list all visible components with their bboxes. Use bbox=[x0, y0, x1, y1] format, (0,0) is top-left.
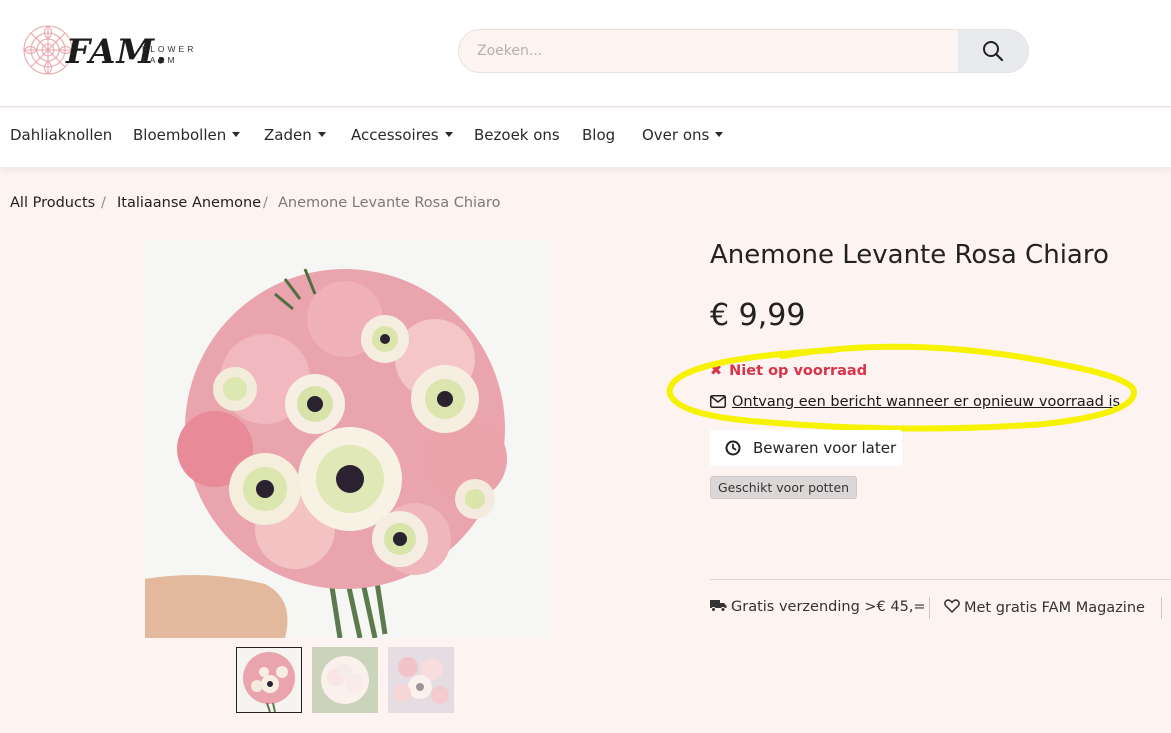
caret-down-icon bbox=[444, 132, 453, 137]
truck-icon bbox=[710, 600, 727, 612]
search-input[interactable] bbox=[459, 30, 960, 72]
product-price: € 9,99 bbox=[710, 298, 806, 333]
nav-item-over-ons[interactable]: Over ons bbox=[642, 126, 724, 144]
shipping-label: Gratis verzending >€ 45,= bbox=[731, 599, 926, 615]
magazine-info: Met gratis FAM Magazine bbox=[944, 599, 1145, 616]
nav-item-bezoek-ons[interactable]: Bezoek ons bbox=[474, 126, 560, 144]
breadcrumb-link-category[interactable]: Italiaanse Anemone bbox=[117, 195, 261, 211]
nav-item-label: Accessoires bbox=[351, 126, 439, 144]
envelope-icon bbox=[710, 395, 726, 408]
breadcrumb-link-all-products[interactable]: All Products bbox=[10, 195, 95, 211]
nav-item-label: Dahliaknollen bbox=[10, 126, 113, 144]
nav-item-label: Blog bbox=[582, 126, 616, 144]
thumbnail-image bbox=[312, 647, 378, 713]
clock-icon bbox=[725, 440, 741, 456]
product-thumbnail[interactable] bbox=[236, 647, 302, 713]
heart-icon bbox=[944, 599, 960, 613]
save-for-later-button[interactable]: Bewaren voor later bbox=[710, 430, 902, 466]
logo[interactable]: FAM. FLOWER FARM bbox=[22, 22, 207, 82]
thumbnail-image bbox=[388, 647, 454, 713]
nav-item-label: Bloembollen bbox=[133, 126, 227, 144]
search-bar bbox=[458, 29, 1029, 73]
anemone-bouquet-image bbox=[145, 239, 548, 638]
notify-label: Ontvang een bericht wanneer er opnieuw v… bbox=[732, 394, 1121, 410]
thumbnail-image bbox=[237, 648, 301, 712]
stock-status: ✖ Niet op voorraad bbox=[710, 363, 867, 379]
nav-item-dahliaknollen[interactable]: Dahliaknollen bbox=[10, 126, 112, 144]
highlight-annotation bbox=[666, 343, 1138, 432]
feature-separator bbox=[929, 597, 930, 619]
nav-item-label: Bezoek ons bbox=[474, 126, 560, 144]
breadcrumb-separator: / bbox=[101, 195, 106, 211]
nav-item-bloembollen[interactable]: Bloembollen bbox=[133, 126, 241, 144]
x-icon: ✖ bbox=[710, 363, 723, 379]
nav-item-blog[interactable]: Blog bbox=[582, 126, 615, 144]
magazine-label: Met gratis FAM Magazine bbox=[964, 600, 1145, 616]
product-thumbnail[interactable] bbox=[312, 647, 378, 713]
product-tag: Geschikt voor potten bbox=[710, 476, 858, 499]
divider bbox=[710, 579, 1171, 580]
caret-down-icon bbox=[232, 132, 241, 137]
nav-item-accessoires[interactable]: Accessoires bbox=[351, 126, 453, 144]
site-header: FAM. FLOWER FARM bbox=[0, 0, 1171, 107]
product-image[interactable] bbox=[145, 239, 548, 638]
product-title: Anemone Levante Rosa Chiaro bbox=[710, 240, 1109, 270]
search-button[interactable] bbox=[958, 30, 1028, 72]
search-icon bbox=[983, 41, 1004, 62]
nav-item-label: Over ons bbox=[642, 126, 710, 144]
feature-separator bbox=[1161, 597, 1162, 619]
caret-down-icon bbox=[715, 132, 724, 137]
nav-item-label: Zaden bbox=[264, 126, 312, 144]
nav-item-zaden[interactable]: Zaden bbox=[264, 126, 326, 144]
stock-status-label: Niet op voorraad bbox=[729, 363, 868, 379]
product-thumbnail[interactable] bbox=[388, 647, 454, 713]
caret-down-icon bbox=[317, 132, 326, 137]
save-for-later-label: Bewaren voor later bbox=[753, 439, 897, 457]
breadcrumb-current: Anemone Levante Rosa Chiaro bbox=[278, 195, 501, 211]
notify-back-in-stock-link[interactable]: Ontvang een bericht wanneer er opnieuw v… bbox=[710, 394, 1120, 410]
main-nav: Dahliaknollen Bloembollen Zaden Accessoi… bbox=[0, 108, 1171, 167]
shipping-info: Gratis verzending >€ 45,= bbox=[710, 599, 926, 615]
breadcrumb-separator: / bbox=[263, 195, 268, 211]
logo-tagline: FLOWER FARM bbox=[142, 44, 197, 65]
